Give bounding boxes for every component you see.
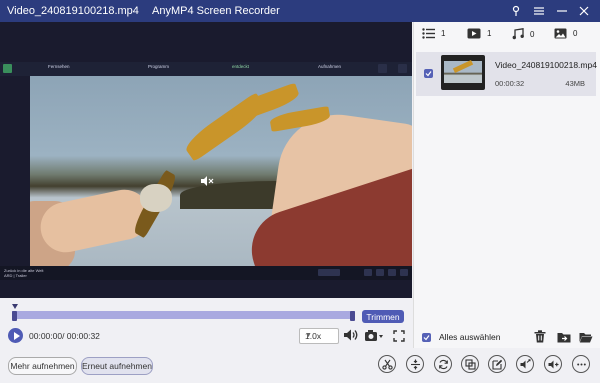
embedded-logo-icon bbox=[3, 64, 12, 73]
audio-edit-icon[interactable] bbox=[516, 355, 534, 373]
video-frame bbox=[30, 76, 412, 266]
file-size: 43MB bbox=[565, 79, 585, 88]
video-thumbnail[interactable] bbox=[441, 55, 485, 90]
window-title: Video_240819100218.mp4 AnyMP4 Screen Rec… bbox=[7, 5, 280, 17]
video-shell bbox=[140, 184, 172, 212]
list-item[interactable]: Video_240819100218.mp4 00:00:32 43MB bbox=[416, 52, 597, 96]
embedded-ctrl bbox=[388, 269, 396, 276]
timeline-track[interactable] bbox=[12, 311, 355, 319]
trash-icon[interactable] bbox=[534, 330, 546, 348]
menu-icon[interactable] bbox=[531, 3, 547, 19]
more-icon[interactable] bbox=[572, 355, 590, 373]
video-preview[interactable]: Fernsehen Programm entdeckt Aufnahmen Zu… bbox=[0, 22, 412, 298]
playhead-marker[interactable] bbox=[12, 304, 18, 309]
close-icon[interactable] bbox=[576, 3, 592, 19]
edit-icon[interactable] bbox=[488, 355, 506, 373]
embedded-caption: Zurück in die alte Welt ARD | Trailer bbox=[4, 268, 44, 278]
item-checkbox[interactable] bbox=[424, 69, 433, 78]
volume-icon[interactable] bbox=[343, 328, 359, 347]
folder-open-icon[interactable] bbox=[579, 330, 593, 348]
embedded-ctrl bbox=[400, 269, 408, 276]
filter-all-count: 1 bbox=[441, 29, 446, 38]
trim-start-handle[interactable] bbox=[12, 311, 17, 321]
filter-image[interactable]: 0 bbox=[554, 28, 577, 39]
embedded-tab: Programm bbox=[148, 64, 170, 69]
minimize-icon[interactable] bbox=[554, 3, 570, 19]
convert-icon[interactable] bbox=[434, 355, 452, 373]
pin-icon[interactable] bbox=[508, 3, 524, 19]
camera-icon[interactable] bbox=[364, 329, 384, 347]
title-bar: Video_240819100218.mp4 AnyMP4 Screen Rec… bbox=[0, 0, 600, 22]
list-icon bbox=[422, 28, 435, 39]
video-icon bbox=[467, 28, 481, 39]
filter-row: 1 1 0 0 bbox=[414, 22, 600, 48]
select-all[interactable]: Alles auswählen bbox=[422, 332, 500, 342]
record-again-button[interactable]: Erneut aufnehmen bbox=[81, 357, 153, 375]
file-duration: 00:00:32 bbox=[495, 79, 525, 88]
fullscreen-icon[interactable] bbox=[393, 329, 405, 347]
filter-all[interactable]: 1 bbox=[422, 28, 445, 39]
time-display: 00:00:00/ 00:00:32 bbox=[29, 331, 100, 341]
filter-audio-count: 0 bbox=[530, 29, 535, 39]
scrollbar[interactable] bbox=[594, 52, 599, 352]
embedded-caption-bar: Zurück in die alte Welt ARD | Trailer bbox=[0, 266, 412, 280]
embedded-tab: entdeckt bbox=[232, 64, 250, 69]
image-icon bbox=[554, 28, 567, 39]
cut-icon[interactable] bbox=[378, 355, 396, 373]
chevron-down-icon: ▼ bbox=[305, 332, 312, 339]
embedded-menu-icon bbox=[398, 64, 407, 73]
volume-boost-icon[interactable] bbox=[544, 355, 562, 373]
embedded-ctrl bbox=[364, 269, 372, 276]
music-icon bbox=[512, 28, 524, 40]
embedded-tab: Fernsehen bbox=[48, 64, 70, 69]
select-all-label: Alles auswählen bbox=[439, 332, 501, 342]
play-button[interactable] bbox=[8, 328, 23, 343]
filter-image-count: 0 bbox=[573, 29, 578, 38]
speaker-muted-icon bbox=[200, 174, 214, 192]
filter-video[interactable]: 1 bbox=[467, 28, 491, 39]
select-all-checkbox[interactable] bbox=[422, 332, 431, 342]
filter-audio[interactable]: 0 bbox=[512, 28, 534, 40]
speed-select[interactable]: 1.0x ▼ bbox=[299, 328, 339, 344]
filter-video-count: 1 bbox=[487, 29, 492, 38]
split-icon[interactable] bbox=[406, 355, 424, 373]
recording-list-panel: 1 1 0 0 Video_240819100218.mp4 00:00:32 … bbox=[413, 22, 600, 348]
record-more-button[interactable]: Mehr aufnehmen bbox=[8, 357, 77, 375]
folder-export-icon[interactable] bbox=[557, 330, 571, 348]
embedded-search-icon bbox=[378, 64, 387, 73]
embedded-browser-bar: Fernsehen Programm entdeckt Aufnahmen bbox=[0, 62, 412, 76]
embedded-ctrl bbox=[376, 269, 384, 276]
trim-end-handle[interactable] bbox=[350, 311, 355, 321]
embedded-caption-sub: ARD | Trailer bbox=[4, 273, 27, 278]
file-title: Video_240819100218.mp4 bbox=[7, 5, 139, 17]
embedded-ctrl bbox=[318, 269, 340, 276]
embedded-tab: Aufnahmen bbox=[318, 64, 342, 69]
file-name: Video_240819100218.mp4 bbox=[495, 60, 597, 70]
merge-icon[interactable] bbox=[461, 355, 479, 373]
app-title: AnyMP4 Screen Recorder bbox=[151, 5, 280, 17]
trim-button[interactable]: Trimmen bbox=[362, 310, 404, 323]
timeline[interactable] bbox=[8, 304, 355, 321]
